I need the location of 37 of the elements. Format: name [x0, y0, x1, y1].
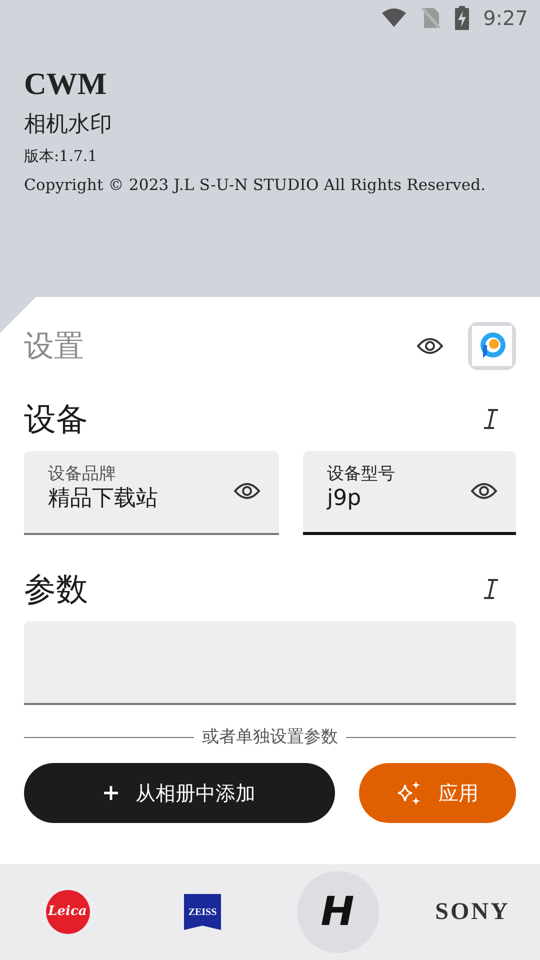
- section-title: 设备: [24, 399, 88, 440]
- eye-icon[interactable]: [233, 481, 261, 501]
- app-subtitle: 相机水印: [24, 111, 113, 140]
- field-label: 设备型号: [327, 463, 396, 486]
- field-value: j9p: [327, 485, 362, 514]
- field-label: 设备品牌: [48, 463, 117, 486]
- text-field[interactable]: 设备型号 j9p: [303, 451, 516, 535]
- add-from-album-button[interactable]: 从相册中添加: [24, 762, 335, 822]
- text-cursor-icon[interactable]: [482, 408, 500, 430]
- brand-tab[interactable]: H: [296, 871, 378, 953]
- version-text: 版本:1.7.1: [24, 146, 98, 168]
- copyright-text: Copyright © 2023 J.L S-U-N STUDIO All Rights Reserved.: [24, 174, 487, 196]
- wifi-icon: [381, 8, 408, 28]
- battery-charging-icon: [455, 6, 470, 30]
- app-title: CWM: [24, 65, 108, 103]
- divider-label: 或者单独设置参数: [202, 726, 338, 749]
- brand-tab[interactable]: ZEISS: [162, 871, 244, 953]
- brand-logo: ZEISS: [184, 894, 221, 930]
- text-field[interactable]: [24, 621, 516, 705]
- text-field[interactable]: 设备品牌 精品下载站: [24, 451, 279, 535]
- plus-icon: [103, 784, 120, 800]
- brand-logo: Leica: [46, 890, 90, 934]
- apply-button[interactable]: 应用: [358, 762, 516, 822]
- sparkle-icon: [396, 780, 422, 806]
- section-title: 参数: [24, 569, 88, 610]
- eye-icon[interactable]: [470, 481, 498, 501]
- brand-tab[interactable]: SONY: [432, 871, 514, 953]
- brand-tab[interactable]: Leica: [26, 871, 108, 953]
- status-time: 9:27: [483, 5, 528, 32]
- eye-icon[interactable]: [416, 336, 444, 356]
- no-sim-icon: [421, 7, 442, 29]
- brand-logo: H: [320, 892, 354, 932]
- brand-logo: SONY: [435, 898, 510, 927]
- settings-title: 设置: [24, 328, 84, 366]
- field-value: 精品下载站: [48, 485, 159, 514]
- app-icon[interactable]: [468, 322, 516, 370]
- text-cursor-icon[interactable]: [482, 578, 500, 600]
